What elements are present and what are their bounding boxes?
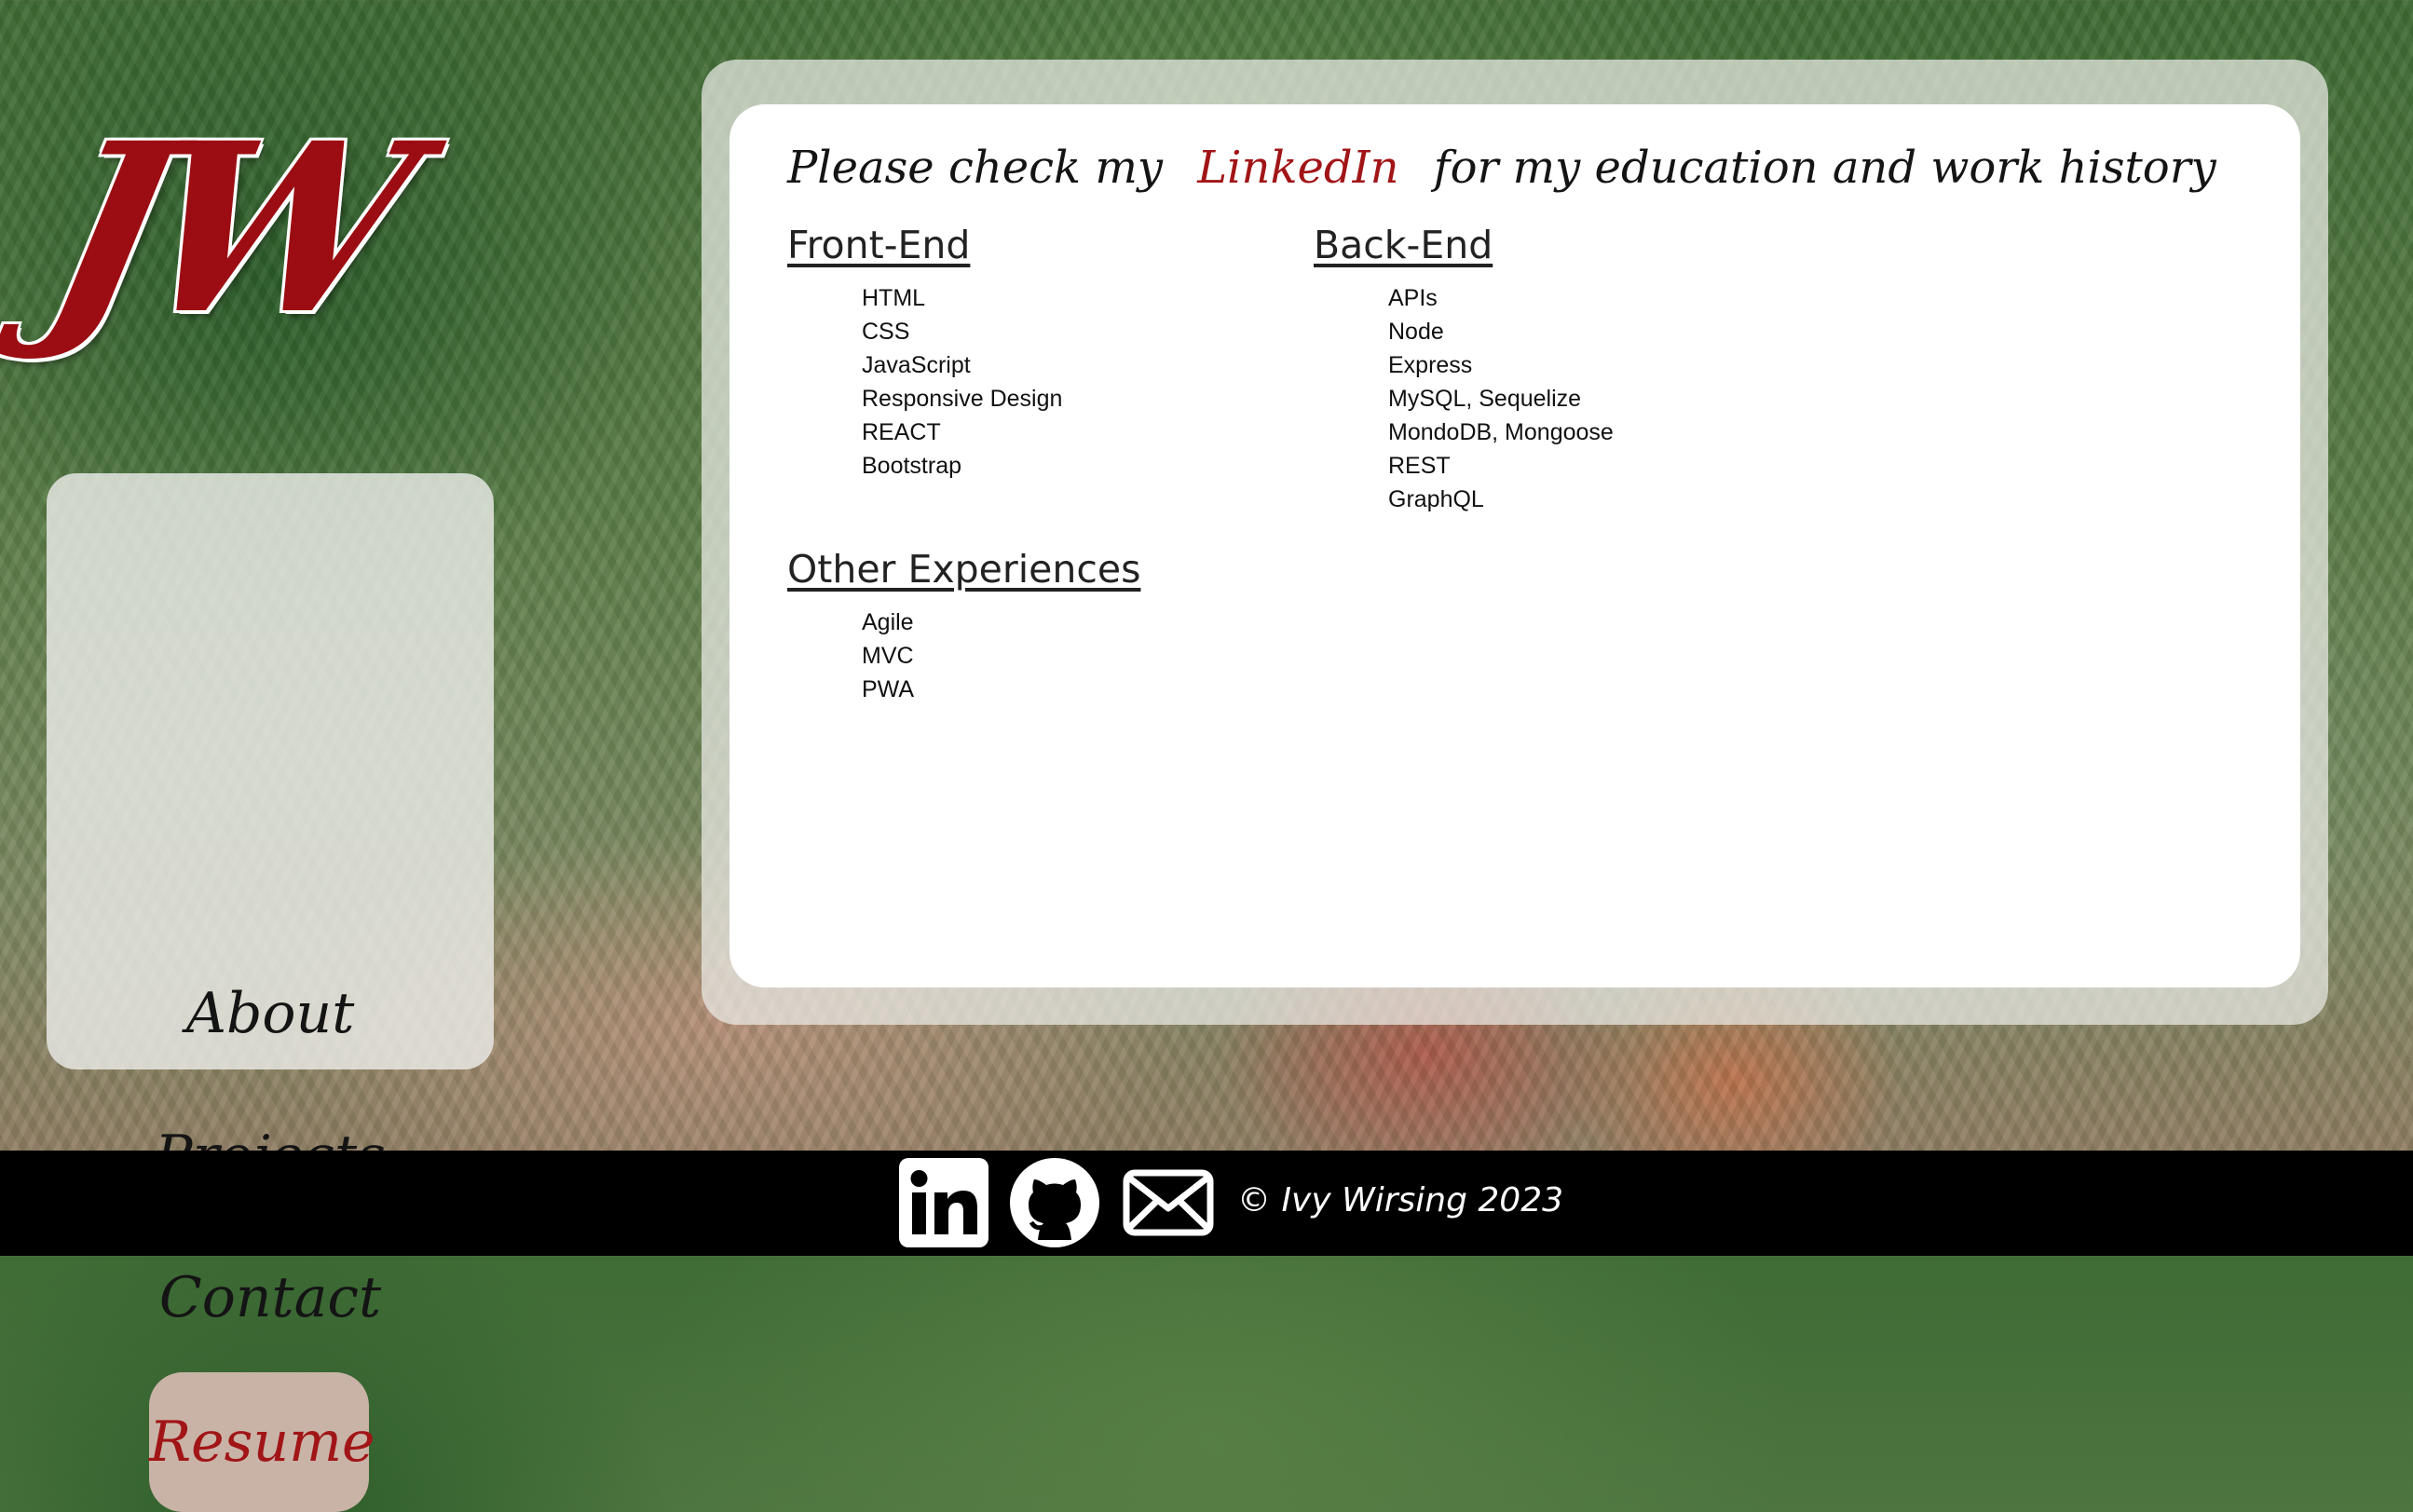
- list-item: CSS: [862, 319, 910, 345]
- list-item: REST: [1388, 453, 1451, 479]
- other-experiences-list: Agile MVC PWA: [862, 606, 914, 706]
- linkedin-link[interactable]: LinkedIn: [1197, 142, 1398, 194]
- headline-text-before: Please check my: [787, 142, 1164, 194]
- nav-resume[interactable]: Resume: [149, 1372, 375, 1512]
- section-title-back-end: Back-End: [1314, 223, 1493, 267]
- list-item: Express: [1388, 352, 1473, 378]
- section-title-front-end: Front-End: [787, 223, 971, 267]
- front-end-list: HTML CSS JavaScript Responsive Design RE…: [862, 281, 1062, 483]
- list-item: JavaScript: [862, 352, 971, 378]
- list-item: MondoDB, Mongoose: [1388, 419, 1614, 445]
- nav-about[interactable]: About: [47, 962, 494, 1065]
- list-item: REACT: [862, 419, 941, 445]
- list-item: Node: [1388, 319, 1444, 345]
- nav-contact[interactable]: Contact: [47, 1246, 494, 1349]
- list-item: Bootstrap: [862, 453, 962, 479]
- list-item: MVC: [862, 643, 914, 669]
- list-item: APIs: [1388, 285, 1438, 311]
- headline-text-after: for my education and work history: [1433, 142, 2216, 194]
- resume-headline: Please check my LinkedIn for my educatio…: [787, 130, 2216, 205]
- sidebar-nav: About Projects Contact Resume: [47, 473, 494, 1512]
- list-item: GraphQL: [1388, 486, 1484, 512]
- section-title-other-experiences: Other Experiences: [787, 547, 1141, 592]
- list-item: PWA: [862, 676, 915, 702]
- jw-logo[interactable]: JW: [27, 91, 585, 365]
- list-item: MySQL, Sequelize: [1388, 386, 1582, 412]
- linkedin-icon[interactable]: [899, 1158, 988, 1247]
- copyright: © Ivy Wirsing 2023: [1237, 1181, 1563, 1219]
- list-item: Responsive Design: [862, 386, 1063, 412]
- list-item: Agile: [862, 609, 914, 635]
- list-item: HTML: [862, 285, 926, 311]
- back-end-list: APIs Node Express MySQL, Sequelize Mondo…: [1388, 281, 1614, 516]
- email-icon[interactable]: [1122, 1158, 1215, 1247]
- github-icon[interactable]: [1010, 1158, 1099, 1247]
